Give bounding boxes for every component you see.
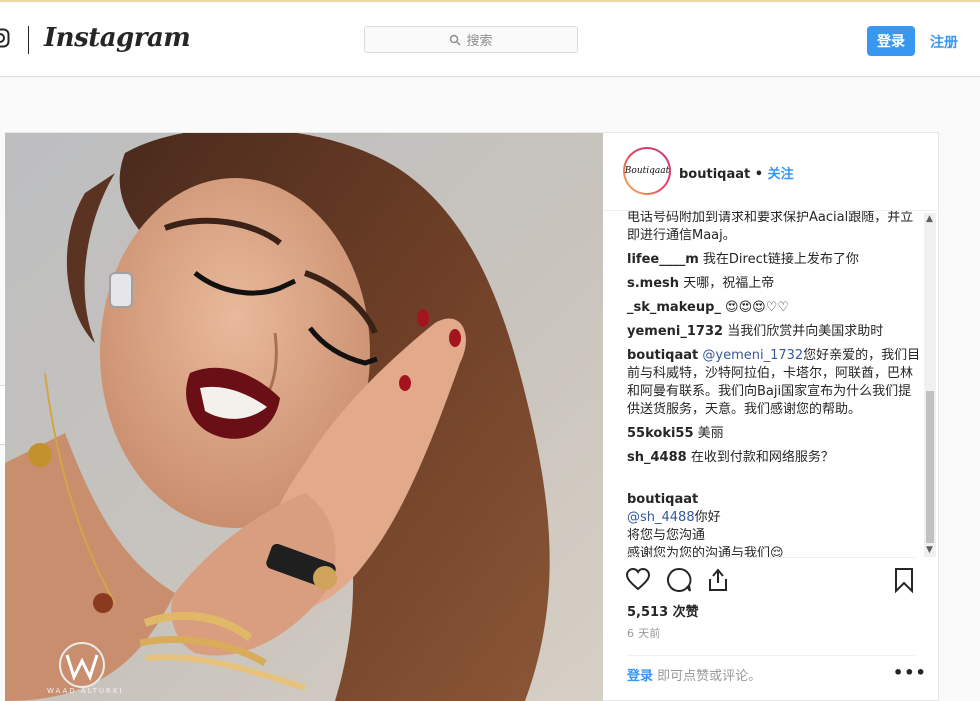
comment-item: _sk_makeup_ 😍😍😍♡♡ [627, 299, 923, 317]
bookmark-icon[interactable] [891, 567, 917, 593]
search-placeholder: 搜索 [466, 34, 493, 49]
search-icon [450, 34, 462, 46]
post-image [5, 133, 603, 701]
comment-item: s.mesh 天哪，祝福上帝 [627, 275, 923, 293]
comments-scrollbar[interactable]: ▲ ▼ [924, 213, 936, 557]
post-photo[interactable]: WAAD ALTURKI [5, 133, 603, 701]
comment-mention[interactable]: @yemeni_1732 [702, 348, 803, 363]
likes-count[interactable]: 5,513 次赞 [627, 601, 699, 620]
comment-user[interactable]: s.mesh [627, 276, 679, 291]
comment-item: boutiqaat @yemeni_1732您好亲爱的，我们目前与科威特，沙特阿… [627, 347, 923, 419]
divider [627, 557, 915, 558]
comment-user[interactable]: 55koki55 [627, 426, 694, 441]
comment-item: yemeni_1732 当我们欣赏并向美国求助时 [627, 323, 923, 341]
comment-user[interactable]: _sk_makeup_ [627, 300, 721, 315]
post-sidebar: Boutiqaat boutiqaat • 关注 电话号码附加到请求和要求保护A… [603, 133, 939, 701]
comment-user[interactable]: boutiqaat [627, 492, 698, 507]
comment-text: 电话号码附加到请求和要求保护Aacial跟随，并立即进行通信Maaj。 [627, 211, 914, 243]
comment-text: 在收到付款和网络服务？ [690, 450, 834, 465]
comment-text: 美丽 [697, 426, 724, 441]
comment-item: lifee____m 我在Direct链接上发布了你 [627, 251, 923, 269]
login-prompt: 登录 即可点赞或评论。 [627, 665, 761, 684]
comment-item: 55koki55 美丽 [627, 425, 923, 443]
divider [627, 655, 915, 656]
signup-link[interactable]: 注册 [930, 32, 958, 52]
separator-dot: • [754, 167, 764, 182]
comment-icon[interactable] [666, 567, 692, 593]
top-navbar: Instagram 搜索 登录 注册 [0, 2, 980, 77]
comment-user[interactable]: yemeni_1732 [627, 324, 723, 339]
avatar[interactable]: Boutiqaat [623, 147, 671, 195]
camera-icon[interactable] [0, 28, 10, 48]
login-button[interactable]: 登录 [867, 26, 915, 56]
comment-text: 我在Direct链接上发布了你 [702, 252, 859, 267]
watermark-text: WAAD ALTURKI [47, 687, 124, 695]
post-header: Boutiqaat boutiqaat • 关注 [603, 133, 939, 211]
logo-divider [28, 26, 29, 54]
post-author: boutiqaat • 关注 [679, 163, 794, 182]
share-icon[interactable] [705, 567, 731, 593]
more-options-icon[interactable]: ••• [893, 663, 927, 682]
comment-user[interactable]: boutiqaat [627, 348, 698, 363]
search-input[interactable]: 搜索 [364, 26, 578, 53]
follow-button[interactable]: 关注 [768, 167, 794, 182]
comment-item: sh_4488 在收到付款和网络服务？ [627, 449, 923, 467]
avatar-logo: Boutiqaat [625, 149, 669, 193]
login-prompt-text: 即可点赞或评论。 [653, 669, 762, 684]
login-link[interactable]: 登录 [627, 669, 653, 684]
comments-list[interactable]: 电话号码附加到请求和要求保护Aacial跟随，并立即进行通信Maaj。 life… [627, 211, 923, 557]
instagram-logo[interactable]: Instagram [44, 23, 191, 53]
comment-user[interactable]: sh_4488 [627, 450, 687, 465]
heart-icon[interactable] [625, 567, 651, 593]
comment-item: 电话号码附加到请求和要求保护Aacial跟随，并立即进行通信Maaj。 [627, 211, 923, 245]
comment-text: 当我们欣赏并向美国求助时 [727, 324, 884, 339]
comment-mention[interactable]: @sh_4488 [627, 510, 695, 525]
username-link[interactable]: boutiqaat [679, 167, 750, 182]
comment-text: 😍😍😍♡♡ [725, 300, 789, 315]
scrollbar-thumb[interactable] [926, 391, 934, 543]
scroll-down-icon[interactable]: ▼ [926, 546, 933, 555]
comment-item: boutiqaat @sh_4488你好 将您与您沟通 感谢您为您的沟通与我们😌 [627, 473, 923, 557]
comment-text: 天哪，祝福上帝 [683, 276, 775, 291]
post-timestamp[interactable]: 6 天前 [627, 625, 661, 641]
comment-user[interactable]: lifee____m [627, 252, 699, 267]
scroll-up-icon[interactable]: ▲ [926, 215, 933, 224]
